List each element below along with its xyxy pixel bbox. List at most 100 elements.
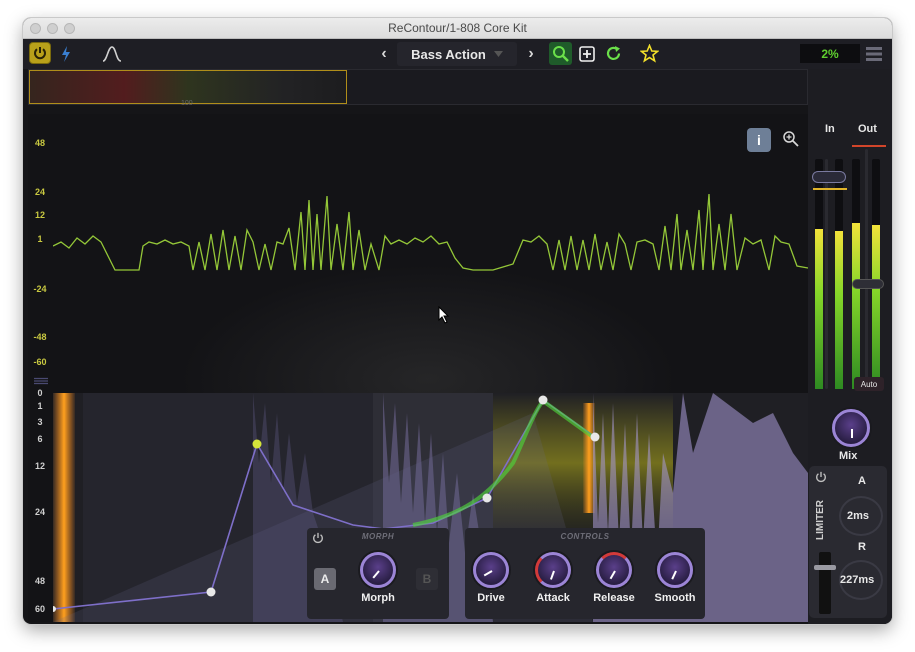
zoom-button[interactable] — [780, 128, 802, 150]
main-menu-button[interactable] — [864, 44, 884, 64]
limiter-meter — [819, 552, 831, 614]
morph-panel: MORPH A Morph B — [307, 528, 449, 619]
morph-power-button[interactable] — [310, 530, 326, 546]
close-window-button[interactable] — [30, 23, 41, 34]
gain-label: 48 — [34, 576, 45, 586]
chevron-down-icon — [493, 51, 503, 57]
smooth-knob[interactable] — [657, 552, 693, 588]
preset-name: Bass Action — [411, 46, 486, 62]
lightning-icon — [62, 46, 70, 62]
power-icon — [34, 47, 46, 60]
gain-label: 1 — [37, 401, 43, 411]
limiter-threshold-handle[interactable] — [814, 565, 836, 570]
output-meter-left — [852, 159, 860, 389]
curve-node[interactable] — [206, 587, 216, 597]
window-title: ReContour/1-808 Core Kit — [388, 21, 527, 35]
mix-label: Mix — [839, 450, 858, 462]
limiter-title: LIMITER — [815, 500, 826, 540]
input-meter-left — [815, 159, 823, 389]
curve-node[interactable] — [252, 439, 262, 449]
star-icon — [640, 44, 659, 63]
release-knob[interactable] — [596, 552, 632, 588]
waveform-button[interactable] — [101, 43, 123, 65]
plugin-window: ReContour/1-808 Core Kit ‹ Bass Action › — [23, 18, 892, 624]
out-label: Out — [858, 123, 877, 135]
limiter-panel: LIMITER A 2ms R 227ms — [809, 466, 887, 618]
gain-label: 60 — [34, 604, 45, 614]
level-label: 48 — [34, 138, 45, 148]
overview-tick-label: 100 — [181, 100, 193, 107]
gain-label: 3 — [37, 417, 43, 427]
curve-node[interactable] — [482, 493, 492, 503]
input-fader-handle[interactable] — [812, 171, 846, 183]
curve-node[interactable] — [538, 395, 548, 405]
drive-knob[interactable] — [473, 552, 509, 588]
morph-header: MORPH — [361, 532, 395, 541]
level-label: -60 — [33, 357, 47, 367]
search-button[interactable] — [549, 42, 572, 65]
cpu-meter: 2% — [800, 44, 860, 63]
overview-strip[interactable]: 100 — [28, 69, 808, 107]
refresh-button[interactable] — [602, 42, 625, 65]
attack-label: Attack — [536, 592, 570, 604]
input-meter-right — [835, 159, 843, 389]
morph-label: Morph — [361, 592, 395, 604]
scope-display[interactable]: 48 24 12 1 -24 -48 -60 i 0 1 3 6 12 24 4… — [28, 114, 808, 622]
gain-label: 24 — [34, 507, 45, 517]
power-icon — [313, 532, 323, 544]
level-label: -24 — [33, 284, 47, 294]
in-label: In — [825, 123, 835, 135]
morph-a-button[interactable]: A — [314, 568, 336, 590]
limiter-release-value: 227ms — [840, 574, 875, 586]
limiter-attack-label: A — [858, 475, 866, 487]
zoom-in-icon — [783, 131, 799, 147]
controls-header: CONTROLS — [560, 532, 610, 541]
overview-selection[interactable] — [29, 70, 347, 104]
search-icon — [553, 46, 569, 62]
release-label: Release — [593, 592, 635, 604]
curve-node[interactable] — [590, 432, 600, 442]
gain-label: 0 — [37, 388, 43, 398]
morph-b-button[interactable]: B — [416, 568, 438, 590]
output-meter-right — [872, 159, 880, 389]
menu-icon — [866, 47, 882, 61]
level-label: 24 — [34, 187, 45, 197]
level-label: 1 — [37, 234, 43, 244]
attack-knob[interactable] — [535, 552, 571, 588]
output-ceiling-line — [852, 145, 886, 147]
controls-panel: CONTROLS Drive Attack Release Smooth — [465, 528, 705, 619]
level-label: -48 — [33, 332, 47, 342]
auto-button[interactable]: Auto — [854, 377, 884, 391]
zoom-window-button[interactable] — [64, 23, 75, 34]
level-waveform — [53, 193, 808, 271]
prev-preset-button[interactable]: ‹ — [375, 44, 393, 64]
smooth-label: Smooth — [654, 592, 696, 604]
titlebar: ReContour/1-808 Core Kit — [23, 18, 892, 39]
next-preset-button[interactable]: › — [522, 44, 540, 64]
refresh-icon — [606, 46, 621, 60]
toolbar: ‹ Bass Action › 2% — [23, 39, 892, 69]
info-button[interactable]: i — [747, 128, 771, 152]
preset-selector[interactable]: Bass Action — [397, 42, 517, 66]
gain-label: 12 — [34, 461, 45, 471]
drag-handle-icon — [34, 377, 48, 385]
gain-label: 6 — [37, 434, 43, 444]
minimize-window-button[interactable] — [47, 23, 58, 34]
input-fader-track[interactable] — [825, 159, 828, 389]
output-fader-handle[interactable] — [852, 279, 884, 289]
power-icon — [816, 471, 826, 483]
level-label: 12 — [34, 210, 45, 220]
add-preset-button[interactable] — [576, 42, 599, 65]
limiter-power-button[interactable] — [813, 469, 829, 485]
limiter-attack-value: 2ms — [847, 510, 870, 522]
split-handle[interactable] — [33, 376, 49, 386]
mix-knob[interactable] — [832, 409, 870, 447]
lightning-button[interactable] — [59, 44, 73, 64]
morph-knob[interactable] — [360, 552, 396, 588]
output-fader-track[interactable] — [865, 149, 868, 379]
favorite-button[interactable] — [638, 42, 661, 65]
mouse-cursor-icon — [438, 306, 450, 324]
drive-label: Drive — [477, 592, 505, 604]
power-button[interactable] — [29, 42, 51, 64]
add-preset-icon — [579, 46, 595, 62]
